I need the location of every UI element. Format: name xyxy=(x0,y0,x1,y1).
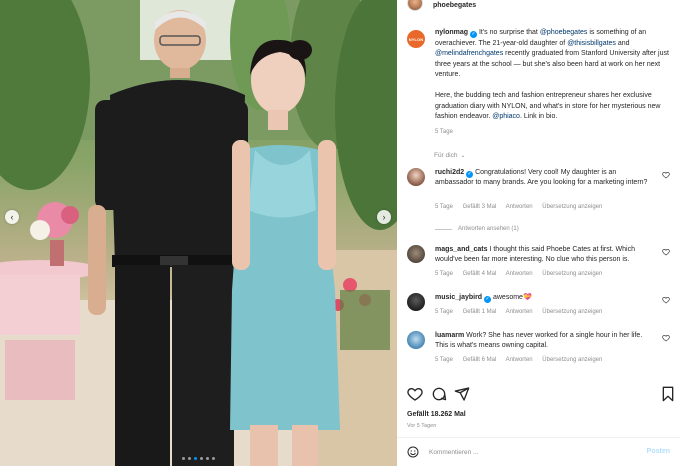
translation-toggle[interactable]: Für dich ⌄ xyxy=(434,152,466,159)
comment-timestamp[interactable]: 5 Tage xyxy=(435,357,453,363)
mention-link[interactable]: @melindafrenchgates xyxy=(435,50,503,57)
comment-timestamp[interactable]: 5 Tage xyxy=(435,271,453,277)
mention-link[interactable]: @phoebegates xyxy=(540,29,588,36)
comment-text: music_jaybird ✓ awesome💝 xyxy=(435,293,655,303)
view-replies-label: Antworten ansehen (1) xyxy=(458,226,519,232)
avatar[interactable]: NYLON xyxy=(407,30,425,48)
reply-button[interactable]: Antworten xyxy=(506,204,533,210)
mention-link[interactable]: @phiaco xyxy=(492,113,520,120)
comment-item: luamarm Work? She has never worked for a… xyxy=(407,331,670,366)
translate-button[interactable]: Übersetzung anzeigen xyxy=(542,357,602,363)
comment-likes[interactable]: Gefällt 4 Mal xyxy=(463,271,497,277)
comment-composer: Posten xyxy=(397,438,680,466)
comment-body: Work? She has never worked for a single … xyxy=(435,332,643,349)
verified-badge-icon: ✓ xyxy=(470,31,478,38)
carousel-dot xyxy=(194,457,197,460)
comment-item: ruchi2d2 ✓ Congratulations! Very cool! M… xyxy=(407,168,670,213)
heart-icon[interactable] xyxy=(407,386,423,402)
carousel-dot xyxy=(188,457,191,460)
carousel-dot xyxy=(200,457,203,460)
carousel-dot xyxy=(212,457,215,460)
caption-segment: . Link in bio. xyxy=(519,113,558,120)
divider xyxy=(435,228,452,230)
caption-timestamp[interactable]: 5 Tage xyxy=(435,129,453,135)
post-timestamp[interactable]: Vor 5 Tagen xyxy=(407,423,436,429)
translate-button[interactable]: Übersetzung anzeigen xyxy=(542,309,602,315)
nylon-logo: NYLON xyxy=(408,36,424,42)
post-panel: phoebegates NYLON nylonmag ✓ It's no sur… xyxy=(397,0,680,466)
bookmark-icon[interactable] xyxy=(660,386,676,402)
translate-button[interactable]: Übersetzung anzeigen xyxy=(542,204,602,210)
comment-meta: 5 Tage Gefällt 1 Mal Antworten Übersetzu… xyxy=(435,309,610,315)
caption-text: nylonmag ✓ It's no surprise that @phoebe… xyxy=(435,28,670,123)
translation-toggle-label: Für dich xyxy=(434,152,458,159)
reply-button[interactable]: Antworten xyxy=(506,357,533,363)
comment-meta: 5 Tage Gefällt 6 Mal Antworten Übersetzu… xyxy=(435,357,610,363)
carousel-prev-button[interactable]: ‹ xyxy=(5,210,19,224)
mention-link[interactable]: @thisisbillgates xyxy=(567,40,616,47)
caption-segment: and xyxy=(615,39,630,47)
caption-segment: It's no surprise that xyxy=(477,29,540,36)
reply-button[interactable]: Antworten xyxy=(506,271,533,277)
post-comment-button[interactable]: Posten xyxy=(647,448,670,455)
avatar[interactable] xyxy=(407,0,423,11)
view-replies-button[interactable]: Antworten ansehen (1) xyxy=(435,226,519,232)
comment-text: ruchi2d2 ✓ Congratulations! Very cool! M… xyxy=(435,168,655,188)
comment-body: awesome xyxy=(491,294,523,301)
carousel-dot xyxy=(182,457,185,460)
likes-count[interactable]: Gefällt 18.262 Mal xyxy=(407,411,466,418)
emoji-icon[interactable] xyxy=(407,446,419,458)
avatar[interactable] xyxy=(407,331,425,349)
comment-icon[interactable] xyxy=(431,386,447,402)
comment-username[interactable]: luamarm xyxy=(435,332,464,339)
avatar[interactable] xyxy=(407,293,425,311)
comment-username[interactable]: ruchi2d2 xyxy=(435,169,464,176)
chevron-left-icon: ‹ xyxy=(10,211,14,222)
chevron-right-icon: › xyxy=(382,211,386,222)
chevron-down-icon: ⌄ xyxy=(460,153,466,159)
heart-icon[interactable] xyxy=(662,171,670,179)
comment-input[interactable] xyxy=(429,444,629,460)
comment-timestamp[interactable]: 5 Tage xyxy=(435,204,453,210)
comment-meta: 5 Tage Gefällt 4 Mal Antworten Übersetzu… xyxy=(435,271,610,277)
photo-illustration xyxy=(0,0,397,466)
comment-item: music_jaybird ✓ awesome💝 5 Tage Gefällt … xyxy=(407,293,670,318)
post-header: phoebegates xyxy=(397,0,680,15)
share-icon[interactable] xyxy=(454,386,470,402)
comment-timestamp[interactable]: 5 Tage xyxy=(435,309,453,315)
comment-meta: 5 Tage Gefällt 3 Mal Antworten Übersetzu… xyxy=(435,204,610,210)
comment-likes[interactable]: Gefällt 3 Mal xyxy=(463,204,497,210)
comment-username[interactable]: mags_and_cats xyxy=(435,246,488,253)
comment-likes[interactable]: Gefällt 1 Mal xyxy=(463,309,497,315)
heart-icon[interactable] xyxy=(662,248,670,256)
heart-gift-emoji: 💝 xyxy=(522,294,532,301)
comment-username[interactable]: music_jaybird xyxy=(435,294,482,301)
carousel-dot xyxy=(206,457,209,460)
comment-text: mags_and_cats I thought this said Phoebe… xyxy=(435,245,655,265)
avatar[interactable] xyxy=(407,168,425,186)
verified-badge-icon: ✓ xyxy=(484,296,492,303)
carousel-next-button[interactable]: › xyxy=(377,210,391,224)
comment-likes[interactable]: Gefällt 6 Mal xyxy=(463,357,497,363)
header-username[interactable]: phoebegates xyxy=(433,2,476,9)
caption-username[interactable]: nylonmag xyxy=(435,29,468,36)
reply-button[interactable]: Antworten xyxy=(506,309,533,315)
avatar[interactable] xyxy=(407,245,425,263)
heart-icon[interactable] xyxy=(662,296,670,304)
carousel-indicator xyxy=(0,457,397,460)
comment-text: luamarm Work? She has never worked for a… xyxy=(435,331,655,351)
post-photo[interactable]: ‹ › xyxy=(0,0,397,466)
post-actions xyxy=(407,386,674,404)
comment-item: mags_and_cats I thought this said Phoebe… xyxy=(407,245,670,280)
heart-icon[interactable] xyxy=(662,334,670,342)
translate-button[interactable]: Übersetzung anzeigen xyxy=(542,271,602,277)
